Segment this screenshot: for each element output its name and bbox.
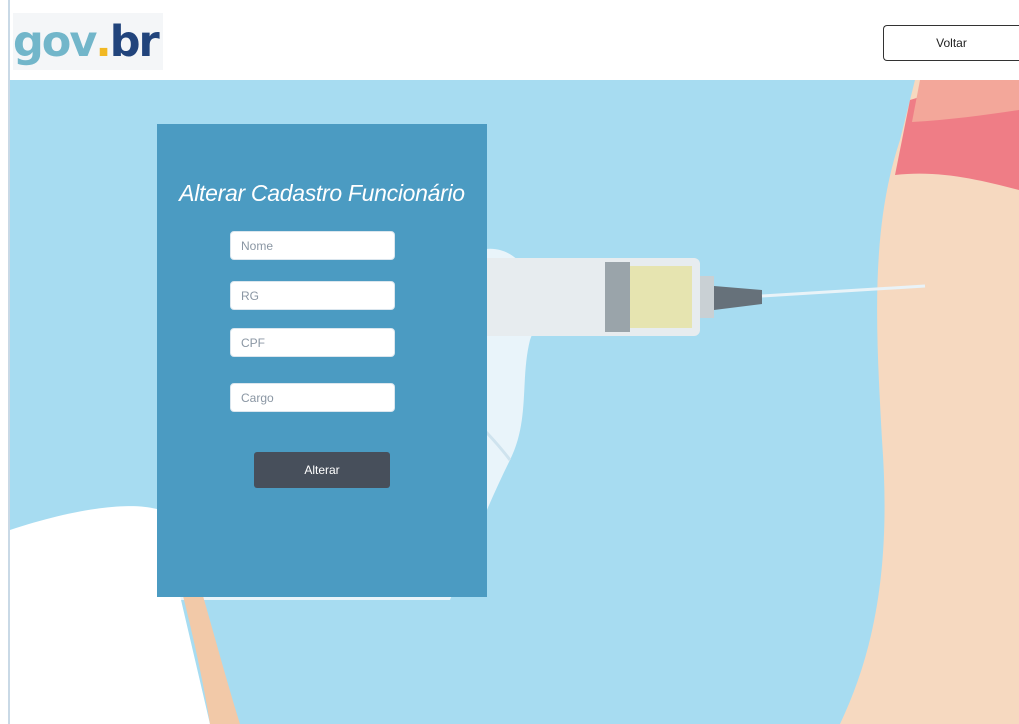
edit-employee-form: Alterar Cadastro Funcionário Alterar (157, 124, 487, 597)
cargo-input[interactable] (230, 383, 395, 412)
syringe-tip-shape (700, 276, 714, 318)
alterar-button[interactable]: Alterar (254, 452, 390, 488)
logo-gov-text: gov (13, 16, 97, 67)
form-title: Alterar Cadastro Funcionário (179, 180, 465, 206)
back-button[interactable]: Voltar (883, 25, 1019, 61)
page: gov. br Voltar Alterar Cadastro Funcionár… (0, 0, 1019, 724)
govbr-logo[interactable]: gov. br (13, 13, 163, 70)
syringe-plunger-shape (605, 262, 630, 332)
logo-dot-text: . (95, 16, 111, 67)
rg-input[interactable] (230, 281, 395, 310)
header: gov. br Voltar (10, 0, 1019, 80)
cpf-input[interactable] (230, 328, 395, 357)
logo-br-text: br (109, 16, 160, 67)
name-input[interactable] (230, 231, 395, 260)
needle-hub-shape (714, 286, 762, 310)
syringe-liquid-shape (630, 266, 692, 328)
